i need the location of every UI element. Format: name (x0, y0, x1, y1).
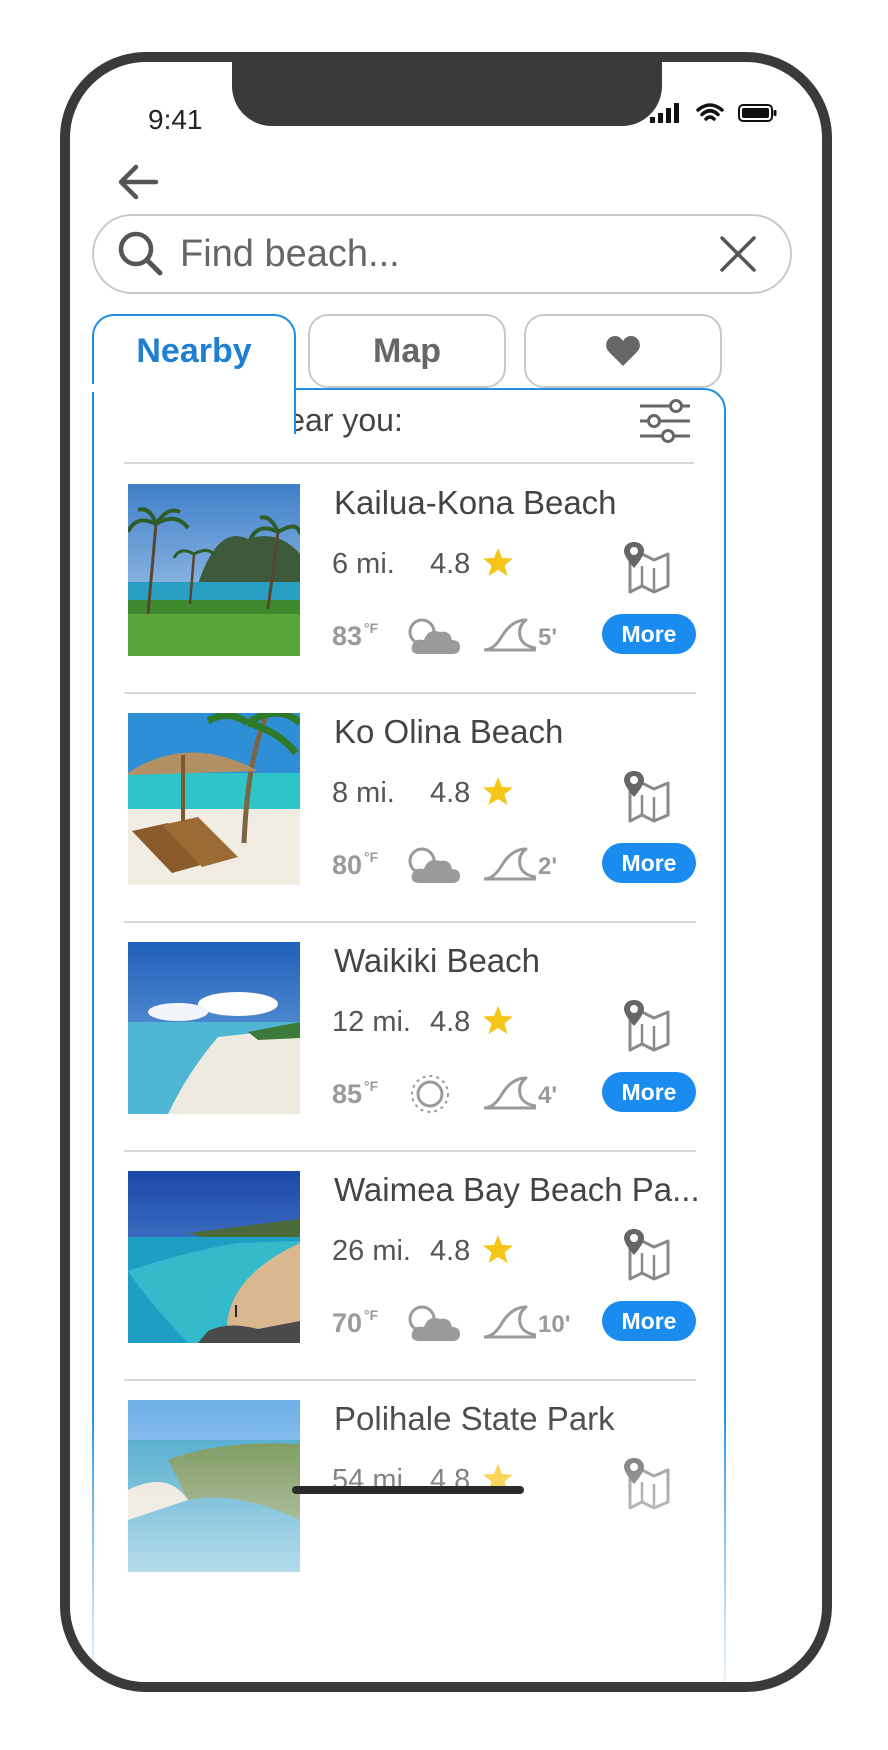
wave-height: 5' (538, 624, 558, 651)
back-button[interactable] (110, 154, 166, 210)
temperature-value: 85 (332, 1079, 363, 1109)
tab-map[interactable]: Map (308, 314, 506, 388)
star-icon (483, 777, 513, 805)
tab-panel-join (92, 384, 292, 392)
wave-icon (483, 618, 537, 652)
map-pin-icon[interactable] (622, 1456, 676, 1510)
wave-height: 4' (538, 1082, 558, 1109)
wave-icon (483, 1305, 537, 1339)
beach-name: Waimea Bay Beach Pa... (334, 1171, 700, 1208)
beach-card[interactable]: Waikiki Beach 12 mi. 4.8 85 °F 4' More (124, 922, 696, 1152)
tab-nearby-label: Nearby (136, 332, 252, 370)
beach-distance: 12 mi. (332, 1006, 411, 1038)
search-bar (92, 214, 792, 294)
temperature-unit: °F (364, 849, 379, 865)
status-icons (650, 102, 778, 124)
wave-height: 2' (538, 853, 558, 880)
star-icon (483, 1006, 513, 1034)
star-icon (483, 548, 513, 576)
beach-temperature: 70 °F (332, 1307, 378, 1339)
temperature-value: 83 (332, 621, 363, 651)
filter-button[interactable] (638, 396, 692, 446)
clear-search-icon[interactable] (716, 232, 760, 276)
beach-name: Polihale State Park (334, 1400, 615, 1437)
beach-name: Kailua-Kona Beach (334, 484, 617, 521)
tab-favorites[interactable] (524, 314, 722, 388)
beach-photo-shoreline (128, 942, 300, 1114)
beach-photo-bay (128, 1171, 300, 1343)
wave-height: 10' (538, 1311, 571, 1338)
more-button[interactable]: More (602, 1072, 696, 1112)
search-input[interactable] (180, 232, 716, 276)
map-pin-icon[interactable] (622, 998, 676, 1052)
status-time: 9:41 (148, 104, 203, 135)
search-icon (118, 231, 163, 276)
phone-frame: 9:41 Near (60, 52, 832, 1692)
beach-rating: 4.8 (430, 1006, 471, 1038)
more-button[interactable]: More (602, 843, 696, 883)
beach-rating: 4.8 (430, 777, 471, 809)
phone-notch (232, 62, 662, 126)
cloudy-icon (408, 1305, 460, 1341)
beach-card[interactable]: Ko Olina Beach 8 mi. 4.8 80 °F 2' More (124, 693, 696, 923)
cellular-signal-icon (650, 103, 679, 123)
map-pin-icon[interactable] (622, 1227, 676, 1281)
heart-icon (606, 336, 640, 366)
map-pin-icon[interactable] (622, 769, 676, 823)
battery-icon (738, 104, 777, 122)
temperature-unit: °F (364, 620, 379, 636)
temperature-value: 70 (332, 1308, 363, 1338)
cloudy-icon (408, 847, 460, 883)
beach-distance: 8 mi. (332, 777, 395, 809)
beach-card[interactable]: Kailua-Kona Beach 6 mi. 4.8 83 °F 5' More (124, 464, 696, 694)
filter-sliders-icon (640, 399, 690, 443)
temperature-unit: °F (364, 1078, 379, 1094)
home-indicator[interactable] (292, 1486, 524, 1494)
tab-nearby[interactable]: Nearby (92, 314, 296, 434)
beach-distance: 6 mi. (332, 548, 395, 580)
wifi-icon (696, 103, 724, 121)
beach-rating: 4.8 (430, 1235, 471, 1267)
map-pin-icon[interactable] (622, 540, 676, 594)
beach-name: Waikiki Beach (334, 942, 541, 979)
beach-temperature: 80 °F (332, 849, 378, 881)
cloudy-icon (408, 618, 460, 654)
wave-icon (483, 1076, 537, 1110)
beach-photo-coast (128, 1400, 300, 1572)
tab-map-label: Map (373, 331, 441, 370)
more-button[interactable]: More (602, 1301, 696, 1341)
sunny-icon (411, 1075, 449, 1113)
temperature-value: 80 (332, 850, 363, 880)
beach-photo-umbrella (128, 713, 300, 885)
beach-temperature: 85 °F (332, 1078, 378, 1110)
beach-card[interactable]: Polihale State Park 54 mi. 4.8 (124, 1380, 696, 1610)
beach-card[interactable]: Waimea Bay Beach Pa... 26 mi. 4.8 70 °F 1… (124, 1151, 700, 1381)
more-button[interactable]: More (602, 614, 696, 654)
beach-photo-palms (128, 484, 300, 656)
beach-rating: 4.8 (430, 548, 471, 580)
wave-icon (483, 847, 537, 881)
beach-name: Ko Olina Beach (334, 713, 564, 750)
back-arrow-icon (118, 164, 159, 200)
star-icon (483, 1235, 513, 1263)
beach-temperature: 83 °F (332, 620, 378, 652)
beach-distance: 26 mi. (332, 1235, 411, 1267)
temperature-unit: °F (364, 1307, 379, 1323)
